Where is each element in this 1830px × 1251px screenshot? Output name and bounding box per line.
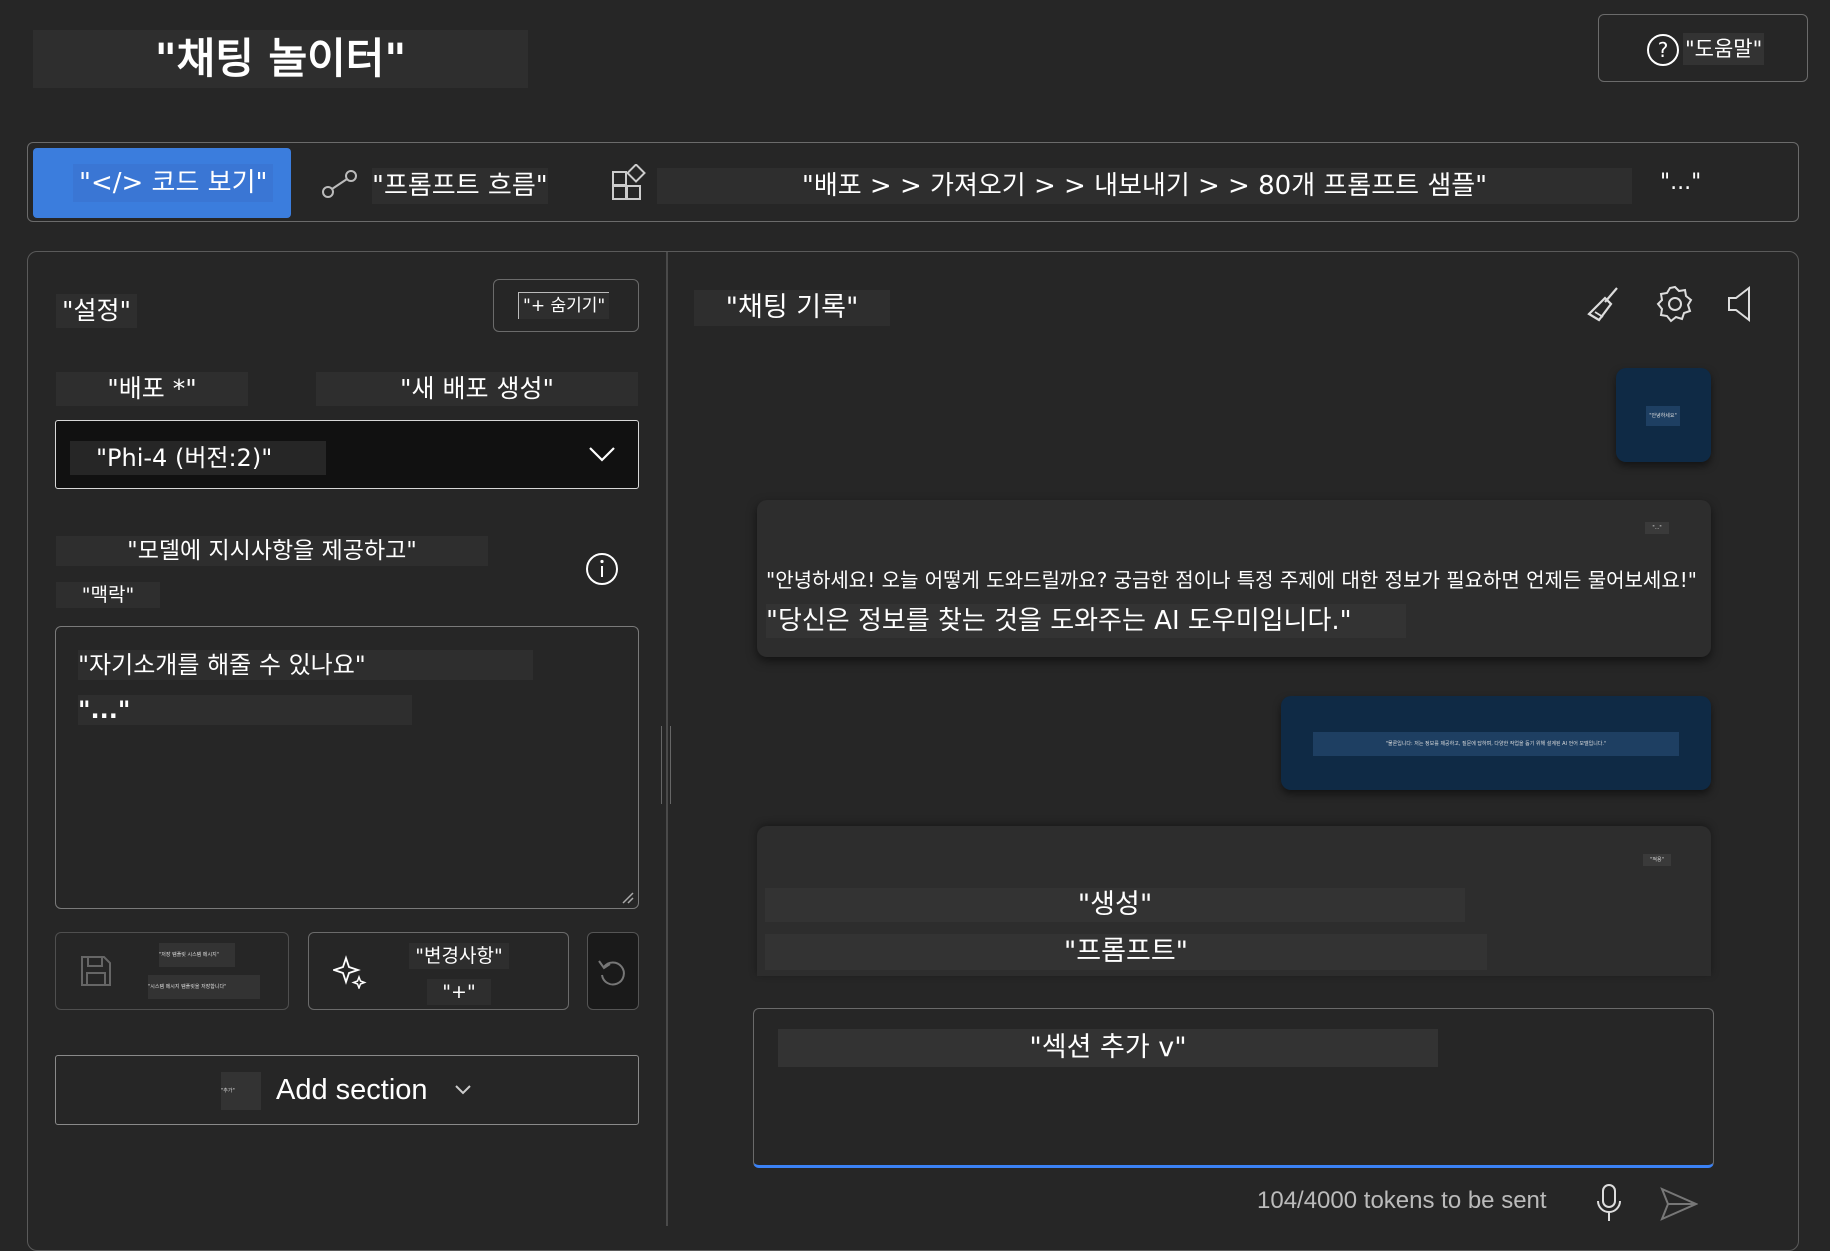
assistant-message-1-line2: "당신은 정보를 찾는 것을 도와주는 AI 도우미입니다." <box>766 604 1406 638</box>
user-message-2-text: "물론입니다: 저는 정보를 제공하고, 질문에 답하며, 다양한 작업을 돕기… <box>1313 732 1679 756</box>
system-message-line2: "..." <box>78 695 412 725</box>
undo-button[interactable] <box>587 932 639 1010</box>
chat-title: "채팅 기록" <box>694 290 890 326</box>
code-view-button[interactable]: "</> 코드 보기" <box>33 148 291 218</box>
apply-changes-button[interactable]: "변경사항" "+" <box>308 932 569 1010</box>
add-section-prefix: "추가" <box>221 1072 261 1110</box>
save-icon <box>78 953 114 989</box>
chat-input-text: "섹션 추가 v" <box>778 1029 1438 1067</box>
deployment-value: "Phi-4 (버전:2)" <box>70 441 326 475</box>
chevron-down-icon <box>588 445 616 463</box>
add-section-chevron-icon <box>454 1084 472 1096</box>
help-button[interactable]: ? "도움말" <box>1598 14 1808 82</box>
assistant-message-1-menu[interactable]: "..." <box>1645 522 1669 534</box>
settings-icon[interactable] <box>1655 284 1695 324</box>
hide-label: "+ 숨기기" <box>518 292 610 319</box>
microphone-icon[interactable] <box>1595 1183 1623 1223</box>
save-template-label-1: "저장 템플릿 시스템 메시지" <box>159 943 235 967</box>
apps-icon[interactable] <box>611 164 647 202</box>
system-message-line1: "자기소개를 해줄 수 있나요" <box>78 650 533 680</box>
code-view-label: "</> 코드 보기" <box>73 164 274 202</box>
resize-handle[interactable] <box>661 726 671 804</box>
settings-title: "설정" <box>56 294 137 328</box>
svg-text:?: ? <box>1658 38 1669 62</box>
instructions-label: "모델에 지시사항을 제공하고" <box>56 536 488 566</box>
assistant-message-2-tag: "적용" <box>1643 854 1671 866</box>
instructions-label-context: "맥락" <box>56 582 160 608</box>
new-deployment-link[interactable]: "새 배포 생성" <box>316 372 638 406</box>
assistant-message-1-line1: "안녕하세요! 오늘 어떻게 도와드릴까요? 궁금한 점이나 특정 주제에 대한… <box>766 568 1697 592</box>
save-template-button[interactable]: "저장 템플릿 시스템 메시지" "시스템 메시지 템플릿을 저장합니다" <box>55 932 289 1010</box>
info-icon[interactable] <box>585 552 619 586</box>
speaker-icon[interactable] <box>1725 284 1759 324</box>
deployment-select[interactable]: "Phi-4 (버전:2)" <box>55 420 639 489</box>
more-button[interactable]: "..." <box>1660 170 1701 195</box>
breadcrumb[interactable]: "배포 > > 가져오기 > > 내보내기 > > 80개 프롬프트 샘플" <box>657 168 1632 204</box>
user-message-1-text: "안녕하세요" <box>1646 406 1680 426</box>
user-message-2: "물론입니다: 저는 정보를 제공하고, 질문에 답하며, 다양한 작업을 돕기… <box>1281 696 1711 790</box>
undo-icon <box>596 955 630 989</box>
token-count: 104/4000 tokens to be sent <box>1257 1187 1547 1214</box>
prompt-flow-label[interactable]: "프롬프트 흐름" <box>372 168 548 204</box>
user-message-1: "안녕하세요" <box>1616 368 1711 462</box>
prompt-flow-icon[interactable] <box>321 168 359 200</box>
add-section-button[interactable]: "추가" Add section <box>55 1055 639 1125</box>
assistant-message-2-line1: "생성" <box>765 888 1465 922</box>
send-icon[interactable] <box>1660 1187 1698 1221</box>
help-icon: ? <box>1646 33 1680 67</box>
apply-changes-label-1: "변경사항" <box>409 943 509 969</box>
deployment-label: "배포 *" <box>56 372 248 406</box>
assistant-message-2-line2: "프롬프트" <box>765 934 1487 970</box>
system-message-textarea[interactable]: "자기소개를 해줄 수 있나요" "..." <box>55 626 639 909</box>
add-section-label: Add section <box>276 1074 428 1106</box>
save-template-label-2: "시스템 메시지 템플릿을 저장합니다" <box>148 975 260 999</box>
assistant-message-2: "적용" "생성" "프롬프트" <box>757 826 1711 976</box>
apply-changes-label-2: "+" <box>427 979 491 1005</box>
page-title: "채팅 놀이터" <box>33 30 528 88</box>
help-label: "도움말" <box>1683 33 1765 65</box>
resize-grip-icon[interactable] <box>621 891 635 905</box>
clear-chat-icon[interactable] <box>1583 284 1625 326</box>
hide-button[interactable]: "+ 숨기기" <box>493 279 639 332</box>
assistant-message-1: "..." "안녕하세요! 오늘 어떻게 도와드릴까요? 궁금한 점이나 특정 … <box>757 500 1711 657</box>
sparkle-icon <box>333 955 367 989</box>
chat-input[interactable]: "섹션 추가 v" <box>753 1008 1714 1168</box>
